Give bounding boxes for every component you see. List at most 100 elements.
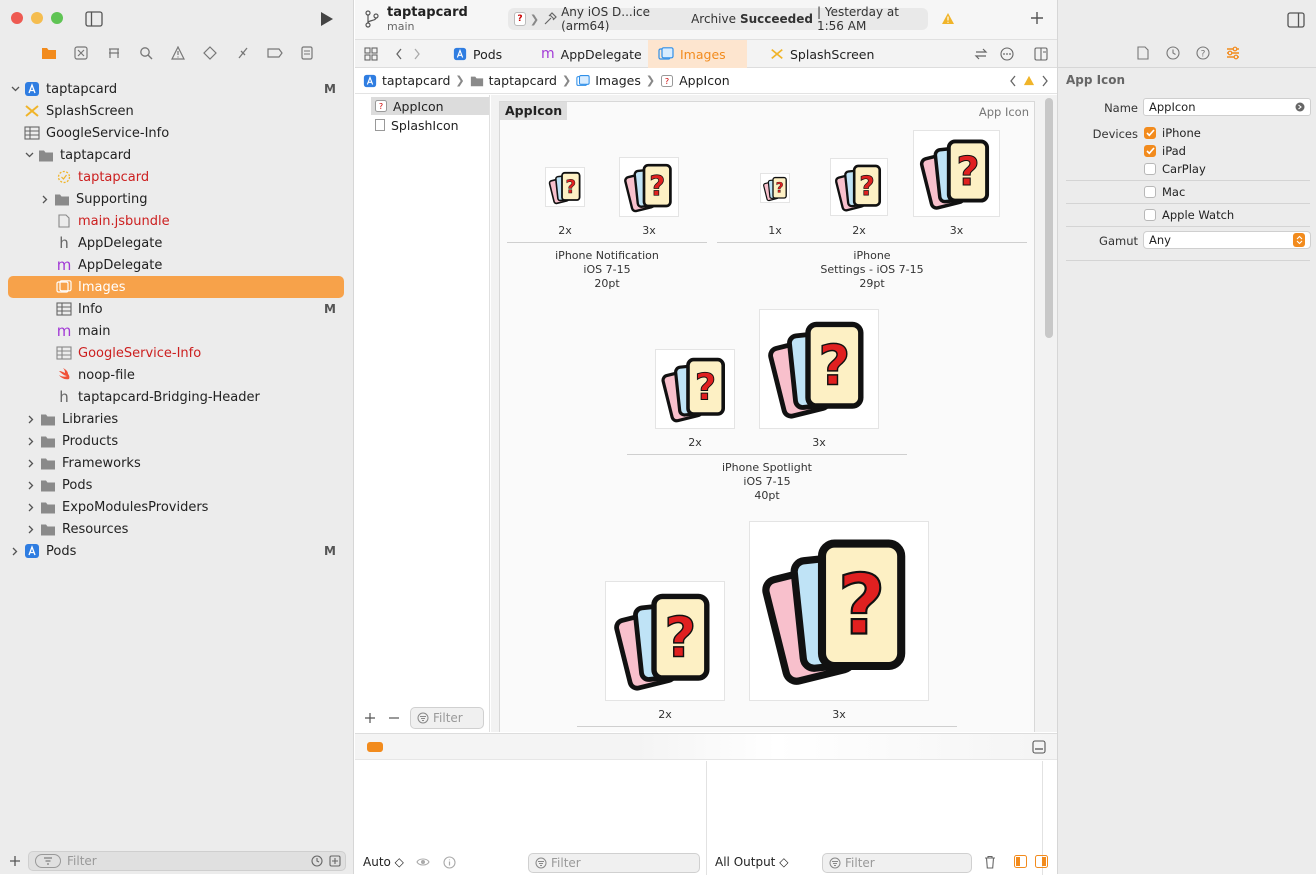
icon-slot-spotlight-3x[interactable]: ?	[759, 309, 879, 429]
chevron-right-icon[interactable]	[38, 192, 52, 206]
variables-scope-popup[interactable]: Auto ◇	[363, 855, 404, 869]
breakpoint-icon[interactable]	[264, 42, 286, 64]
breakpoint-toggle-icon[interactable]	[367, 742, 383, 752]
toggle-inspector-icon[interactable]	[1287, 12, 1305, 28]
icon-set-title[interactable]: AppIcon	[500, 102, 568, 120]
zoom-window-button[interactable]	[51, 12, 63, 24]
icon-slot-spotlight-2x[interactable]: ?	[655, 349, 735, 429]
folder-icon[interactable]	[38, 42, 60, 64]
icon-slot-settings-2x[interactable]: ?	[830, 158, 888, 216]
tree-item-group-taptapcard[interactable]: taptapcard	[8, 144, 344, 166]
hide-debug-area-icon[interactable]	[1032, 740, 1046, 754]
device-checkbox-iphone[interactable]: iPhone	[1144, 126, 1201, 140]
chevron-right-icon[interactable]	[24, 456, 38, 470]
device-checkbox-ipad[interactable]: iPad	[1144, 144, 1186, 158]
add-icon[interactable]	[9, 855, 21, 867]
source-control-icon[interactable]	[70, 42, 92, 64]
tree-item-googleservice-info-2[interactable]: GoogleService-Info	[8, 342, 344, 364]
tree-item-splashscreen[interactable]: SplashScreen	[8, 100, 344, 122]
device-checkbox-carplay[interactable]: CarPlay	[1144, 162, 1206, 176]
split-editor-icon[interactable]	[1034, 47, 1048, 61]
toggle-sidebar-icon[interactable]	[85, 11, 103, 27]
tab-appdelegate[interactable]: m AppDelegate	[531, 40, 652, 68]
file-inspector-icon[interactable]	[1137, 46, 1149, 60]
chevron-right-icon[interactable]	[24, 500, 38, 514]
device-checkbox-mac[interactable]: Mac	[1144, 185, 1185, 199]
activity-status-bar[interactable]: ? ❯ Any iOS D...ice (arm64) Archive Succ…	[508, 5, 928, 33]
icon-slot-app-2x[interactable]: ?	[605, 581, 725, 701]
forward-icon[interactable]	[413, 47, 421, 61]
add-tab-icon[interactable]	[1030, 11, 1044, 25]
tree-item-main-jsbundle[interactable]: main.jsbundle	[8, 210, 344, 232]
console-filter-field[interactable]: Filter	[822, 853, 972, 873]
swap-icon[interactable]	[974, 47, 988, 61]
chevron-down-icon[interactable]	[8, 82, 22, 96]
tree-item-entitlements[interactable]: taptapcard	[8, 166, 344, 188]
checkbox-checked[interactable]	[1144, 145, 1156, 157]
tab-splashscreen[interactable]: SplashScreen	[760, 40, 884, 68]
tree-item-images[interactable]: Images	[8, 276, 344, 298]
search-icon[interactable]	[135, 42, 157, 64]
tree-item-pods-project[interactable]: Pods M	[8, 540, 344, 562]
checkbox-unchecked[interactable]	[1144, 209, 1156, 221]
symbol-icon[interactable]	[103, 42, 125, 64]
icon-slot-settings-1x[interactable]: ?	[760, 173, 790, 203]
icon-slot-notification-2x[interactable]: ?	[545, 167, 585, 207]
trash-icon[interactable]	[984, 855, 996, 869]
tree-item-supporting[interactable]: Supporting	[8, 188, 344, 210]
back-icon[interactable]	[395, 47, 403, 61]
tree-item-googleservice-info[interactable]: GoogleService-Info	[8, 122, 344, 144]
show-variables-icon[interactable]	[1014, 855, 1027, 868]
chevron-down-icon[interactable]	[22, 148, 36, 162]
tree-item-main[interactable]: m main	[8, 320, 344, 342]
tab-pods[interactable]: Pods	[443, 40, 512, 68]
tree-item-resources[interactable]: Resources	[8, 518, 344, 540]
warning-icon[interactable]	[941, 12, 955, 25]
run-icon[interactable]	[318, 11, 334, 27]
attributes-inspector-icon[interactable]	[1226, 46, 1240, 60]
history-inspector-icon[interactable]	[1166, 46, 1180, 60]
checkbox-unchecked[interactable]	[1144, 163, 1156, 175]
chevron-right-icon[interactable]	[24, 434, 38, 448]
chevron-right-icon[interactable]	[1041, 75, 1049, 87]
chevron-right-icon[interactable]	[24, 412, 38, 426]
debug-icon[interactable]	[232, 42, 254, 64]
icon-slot-notification-3x[interactable]: ?	[619, 157, 679, 217]
chevron-right-icon[interactable]	[8, 544, 22, 558]
breadcrumb-catalog[interactable]: Images	[595, 73, 641, 88]
tab-images[interactable]: Images	[648, 40, 747, 68]
canvas-scrollbar[interactable]	[1045, 98, 1053, 338]
tree-item-project[interactable]: taptapcard M	[8, 78, 344, 100]
report-icon[interactable]	[296, 42, 318, 64]
more-options-icon[interactable]	[1000, 47, 1014, 61]
warning-icon[interactable]	[167, 42, 189, 64]
console-output-popup[interactable]: All Output ◇	[715, 855, 788, 869]
app-target-icon[interactable]: ?	[514, 12, 526, 26]
chevron-left-icon[interactable]	[1009, 75, 1017, 87]
tree-item-expomodulesproviders[interactable]: ExpoModulesProviders	[8, 496, 344, 518]
quick-look-icon[interactable]	[416, 856, 430, 868]
tree-item-noop-file[interactable]: noop-file	[8, 364, 344, 386]
close-window-button[interactable]	[11, 12, 23, 24]
add-asset-icon[interactable]	[364, 712, 376, 724]
go-arrow-icon[interactable]	[1295, 102, 1305, 112]
minimize-window-button[interactable]	[31, 12, 43, 24]
tree-item-pods-group[interactable]: Pods	[8, 474, 344, 496]
warning-icon[interactable]	[1023, 75, 1035, 86]
device-checkbox-apple-watch[interactable]: Apple Watch	[1144, 208, 1234, 222]
icon-slot-app-3x[interactable]: ?	[749, 521, 929, 701]
filter-options-icon[interactable]	[35, 854, 61, 868]
breadcrumb-item[interactable]: AppIcon	[679, 73, 730, 88]
tree-item-products[interactable]: Products	[8, 430, 344, 452]
recent-files-icon[interactable]	[311, 855, 323, 867]
breadcrumb-group[interactable]: taptapcard	[489, 73, 557, 88]
checkbox-unchecked[interactable]	[1144, 186, 1156, 198]
test-icon[interactable]	[199, 42, 221, 64]
tree-item-bridging-header[interactable]: h taptapcard-Bridging-Header	[8, 386, 344, 408]
tree-item-appdelegate-h[interactable]: h AppDelegate	[8, 232, 344, 254]
remove-asset-icon[interactable]	[388, 712, 400, 724]
gamut-popup[interactable]: Any	[1143, 231, 1311, 249]
info-icon[interactable]	[443, 856, 456, 869]
chevron-right-icon[interactable]	[24, 478, 38, 492]
show-console-icon[interactable]	[1035, 855, 1048, 868]
